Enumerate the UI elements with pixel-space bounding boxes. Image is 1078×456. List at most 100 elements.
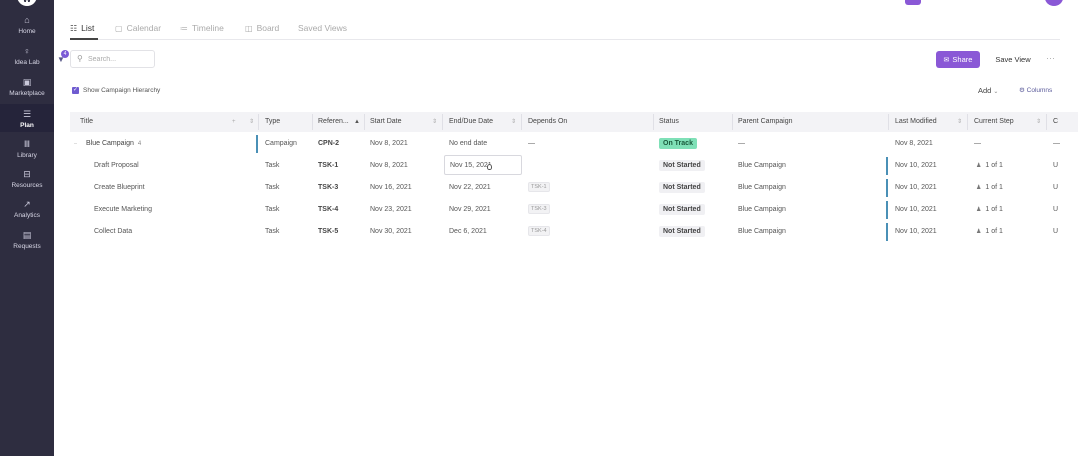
row-type: Task xyxy=(265,184,280,191)
row-title[interactable]: Collect Data xyxy=(94,221,254,243)
column-header-status[interactable]: Status xyxy=(659,112,729,132)
column-header-depends-on[interactable]: Depends On xyxy=(528,112,608,132)
row-depends-on[interactable]: TSK-3 xyxy=(528,199,648,221)
row-type: Task xyxy=(265,228,280,235)
sidebar-item-resources[interactable]: ⊟ Resources xyxy=(0,169,54,191)
dependency-chip[interactable]: TSK-4 xyxy=(528,226,550,237)
row-start-date[interactable]: Nov 23, 2021 xyxy=(370,199,440,221)
column-header-parent-campaign[interactable]: Parent Campaign xyxy=(738,112,838,132)
table-row[interactable]: Collect Data Task TSK-5 Nov 30, 2021 Dec… xyxy=(70,221,1078,243)
column-header-last-modified[interactable]: Last Modified xyxy=(895,112,955,132)
tab-label: Board xyxy=(256,23,280,33)
column-divider[interactable] xyxy=(364,114,365,130)
app-logo[interactable]: W xyxy=(17,0,37,6)
row-depends-on[interactable]: TSK-4 xyxy=(528,221,648,243)
column-header-reference[interactable]: Referen... xyxy=(318,112,356,132)
sort-icon[interactable]: ⇕ xyxy=(432,112,437,132)
row-status[interactable]: Not Started xyxy=(659,177,729,199)
row-title[interactable]: Draft Proposal xyxy=(94,155,254,177)
create-button[interactable] xyxy=(905,0,921,5)
column-header-title[interactable]: Title xyxy=(80,112,250,132)
share-button[interactable]: ✉ Share xyxy=(936,51,980,68)
person-icon: ♟ xyxy=(976,185,982,191)
add-column-icon[interactable]: + xyxy=(232,112,236,132)
table-row[interactable]: Draft Proposal Task TSK-1 Nov 8, 2021 No… xyxy=(70,155,1078,177)
column-header-current-step[interactable]: Current Step xyxy=(974,112,1034,132)
row-end-date[interactable]: Nov 29, 2021 xyxy=(449,199,519,221)
column-divider[interactable] xyxy=(521,114,522,130)
column-divider[interactable] xyxy=(258,114,259,130)
sidebar-item-plan[interactable]: ☰ Plan xyxy=(0,104,54,132)
row-reference: TSK-1 xyxy=(318,162,339,169)
column-divider[interactable] xyxy=(1046,114,1047,130)
sidebar-item-marketplace[interactable]: ▣ Marketplace xyxy=(0,77,54,99)
dependency-chip[interactable]: TSK-1 xyxy=(528,182,550,193)
avatar[interactable] xyxy=(1045,0,1063,6)
row-title[interactable]: Create Blueprint xyxy=(94,177,254,199)
sort-icon[interactable]: ⇕ xyxy=(249,112,254,132)
row-title[interactable]: Execute Marketing xyxy=(94,199,254,221)
search-input[interactable] xyxy=(88,54,150,65)
row-end-date[interactable]: Dec 6, 2021 xyxy=(449,221,519,243)
sidebar-item-label: Library xyxy=(17,152,37,159)
tab-label: Saved Views xyxy=(298,23,347,33)
row-depends-on[interactable]: TSK-1 xyxy=(528,177,648,199)
table-row[interactable]: Create Blueprint Task TSK-3 Nov 16, 2021… xyxy=(70,177,1078,199)
add-button[interactable]: Add ⌄ xyxy=(978,86,998,95)
row-type: Task xyxy=(265,162,280,169)
row-start-date[interactable]: Nov 30, 2021 xyxy=(370,221,440,243)
columns-button[interactable]: ⚙ Columns xyxy=(1019,86,1052,94)
column-divider[interactable] xyxy=(888,114,889,130)
sort-icon[interactable]: ⇕ xyxy=(957,112,962,132)
sidebar-item-analytics[interactable]: ↗ Analytics xyxy=(0,199,54,221)
sort-asc-icon[interactable]: ▲ xyxy=(354,112,360,132)
column-divider[interactable] xyxy=(967,114,968,130)
row-start-date[interactable]: Nov 8, 2021 xyxy=(370,133,440,155)
more-options-button[interactable]: ··· xyxy=(1046,53,1055,63)
column-header-type[interactable]: Type xyxy=(265,112,310,132)
table-row[interactable]: Execute Marketing Task TSK-4 Nov 23, 202… xyxy=(70,199,1078,221)
column-divider[interactable] xyxy=(653,114,654,130)
row-start-date[interactable]: Nov 8, 2021 xyxy=(370,155,440,177)
column-header-extra[interactable]: C xyxy=(1053,112,1073,132)
row-current-step: ♟ 1 of 1 xyxy=(976,155,1046,177)
sidebar-item-requests[interactable]: ▤ Requests xyxy=(0,230,54,252)
status-badge: Not Started xyxy=(659,225,705,237)
sort-icon[interactable]: ⇕ xyxy=(1036,112,1041,132)
column-header-start-date[interactable]: Start Date xyxy=(370,112,430,132)
column-divider[interactable] xyxy=(442,114,443,130)
end-date-edit-field[interactable]: Nov 15, 2021 xyxy=(444,155,522,175)
row-status[interactable]: Not Started xyxy=(659,199,729,221)
row-end-date[interactable]: No end date xyxy=(449,133,519,155)
row-color-bar xyxy=(256,135,258,153)
column-header-end-date[interactable]: End/Due Date xyxy=(449,112,509,132)
column-divider[interactable] xyxy=(732,114,733,130)
row-depends-on[interactable]: — xyxy=(528,133,648,155)
sidebar-item-home[interactable]: ⌂ Home xyxy=(0,15,54,37)
sort-icon[interactable]: ⇕ xyxy=(511,112,516,132)
row-status[interactable]: Not Started xyxy=(659,221,729,243)
save-view-button[interactable]: Save View xyxy=(988,51,1038,68)
column-divider[interactable] xyxy=(312,114,313,130)
sidebar-item-library[interactable]: Ⅲ Library xyxy=(0,139,54,161)
sidebar: W ⌂ Home ♀ Idea Lab ▣ Marketplace ☰ Plan… xyxy=(0,0,54,456)
end-date-edit-value: Nov 15, 2021 xyxy=(450,162,492,169)
row-start-date[interactable]: Nov 16, 2021 xyxy=(370,177,440,199)
row-status[interactable]: On Track xyxy=(659,133,729,155)
show-hierarchy-checkbox[interactable]: ✓ xyxy=(72,87,79,94)
row-title[interactable]: Blue Campaign 4 xyxy=(86,133,251,155)
row-parent-campaign: Blue Campaign xyxy=(738,206,786,213)
row-depends-on[interactable] xyxy=(528,155,648,177)
tab-label: Timeline xyxy=(192,23,224,33)
dependency-chip[interactable]: TSK-3 xyxy=(528,204,550,215)
table-row[interactable]: – Blue Campaign 4 Campaign CPN-2 Nov 8, 2… xyxy=(70,133,1078,155)
row-status[interactable]: Not Started xyxy=(659,155,729,177)
sidebar-item-label: Resources xyxy=(11,182,43,189)
sidebar-item-label: Marketplace xyxy=(9,90,45,97)
row-end-date[interactable]: Nov 22, 2021 xyxy=(449,177,519,199)
row-parent-campaign: Blue Campaign xyxy=(738,184,786,191)
row-current-step: ♟ 1 of 1 xyxy=(976,221,1046,243)
collapse-icon[interactable]: – xyxy=(74,133,77,155)
row-last-modified: Nov 8, 2021 xyxy=(895,140,933,147)
sidebar-item-idea-lab[interactable]: ♀ Idea Lab xyxy=(0,46,54,68)
